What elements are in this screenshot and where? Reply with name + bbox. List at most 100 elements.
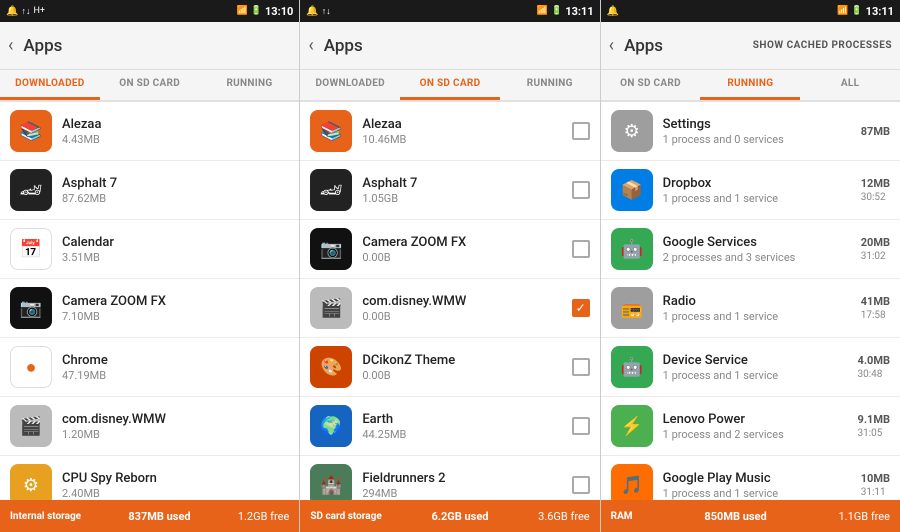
status-bar: 🔔↑↓H+📶🔋13:10 (0, 0, 299, 22)
tab-0[interactable]: ON SD CARD (601, 70, 701, 100)
app-info: Alezaa4.43MB (62, 117, 289, 146)
tab-0[interactable]: DOWNLOADED (0, 70, 100, 100)
app-checkbox[interactable] (572, 240, 590, 258)
app-list: 📚Alezaa4.43MB🏎Asphalt 787.62MB📅Calendar3… (0, 102, 299, 500)
app-size: 1 process and 1 service (663, 310, 861, 323)
app-info: com.disney.WMW0.00B (362, 294, 565, 323)
app-name: com.disney.WMW (62, 412, 289, 427)
app-checkbox[interactable] (572, 181, 590, 199)
app-size: 0.00B (362, 369, 565, 382)
list-item[interactable]: 🏎Asphalt 71.05GB (300, 161, 599, 220)
app-list: 📚Alezaa10.46MB🏎Asphalt 71.05GB 📷 Camera ZO… (300, 102, 599, 500)
calendar-icon: 📅 (10, 228, 52, 270)
storage-free: 1.2GB free (238, 510, 289, 523)
list-item[interactable]: 📦Dropbox1 process and 1 service12MB30:52 (601, 161, 900, 220)
list-item[interactable]: 🏎Asphalt 787.62MB (0, 161, 299, 220)
list-item[interactable]: 📚Alezaa4.43MB (0, 102, 299, 161)
back-button[interactable]: ‹ (8, 35, 17, 56)
app-checkbox[interactable] (572, 417, 590, 435)
app-size: 1.05GB (362, 192, 565, 205)
asphalt-icon: 🏎 (10, 169, 52, 211)
app-size: 10.46MB (362, 133, 565, 146)
action-bar: ‹ Apps (0, 22, 299, 70)
list-item[interactable]: 📅Calendar3.51MB (0, 220, 299, 279)
lenovo-icon: ⚡ (611, 405, 653, 447)
list-item[interactable]: 📻Radio1 process and 1 service41MB17:58 (601, 279, 900, 338)
app-checkbox[interactable] (572, 476, 590, 494)
app-size: 44.25MB (362, 428, 565, 441)
app-size: 1 process and 0 services (663, 133, 861, 146)
list-item[interactable]: 🤖Device Service1 process and 1 service4.… (601, 338, 900, 397)
tab-1[interactable]: ON SD CARD (400, 70, 500, 100)
app-size: 4.43MB (62, 133, 289, 146)
app-info: Earth44.25MB (362, 412, 565, 441)
list-item[interactable]: 📚Alezaa10.46MB (300, 102, 599, 161)
storage-free: 1.1GB free (839, 510, 890, 523)
app-info: Camera ZOOM FX0.00B (362, 235, 565, 264)
back-arrow-icon: ‹ (609, 35, 614, 56)
list-item[interactable]: 📷Camera ZOOM FX7.10MB (0, 279, 299, 338)
app-info: Radio1 process and 1 service (663, 294, 861, 323)
app-info: DCikonZ Theme0.00B (362, 353, 565, 382)
tab-2[interactable]: RUNNING (500, 70, 600, 100)
app-name: DCikonZ Theme (362, 353, 565, 368)
bottom-storage-bar: SD card storage6.2GB used3.6GB free (300, 500, 599, 532)
app-size: 0.00B (362, 251, 565, 264)
earth-icon: 🌍 (310, 405, 352, 447)
fieldrunners-icon: 🏰 (310, 464, 352, 500)
tab-2[interactable]: ALL (800, 70, 900, 100)
asphalt-icon: 🏎 (310, 169, 352, 211)
tab-0[interactable]: DOWNLOADED (300, 70, 400, 100)
app-info: Lenovo Power1 process and 2 services (663, 412, 858, 441)
action-bar-title: Apps (23, 36, 291, 56)
app-name: Chrome (62, 353, 289, 368)
app-name: Lenovo Power (663, 412, 858, 427)
app-mem: 4.0MB30:48 (858, 354, 890, 380)
app-size: 294MB (362, 487, 565, 500)
status-right: 📶🔋13:11 (537, 5, 594, 18)
list-item[interactable]: 🎬com.disney.WMW0.00B✓ (300, 279, 599, 338)
list-item[interactable]: 🎵Google Play Music1 process and 1 servic… (601, 456, 900, 500)
app-name: Settings (663, 117, 861, 132)
app-mem: 41MB17:58 (861, 295, 890, 321)
disney-icon: 🎬 (10, 405, 52, 447)
status-bar: 🔔📶🔋13:11 (601, 0, 900, 22)
list-item[interactable]: 🎨DCikonZ Theme0.00B (300, 338, 599, 397)
tab-1[interactable]: RUNNING (700, 70, 800, 100)
app-name: Radio (663, 294, 861, 309)
tab-2[interactable]: RUNNING (200, 70, 300, 100)
app-checkbox[interactable]: ✓ (572, 299, 590, 317)
show-cached-button[interactable]: SHOW CACHED PROCESSES (753, 40, 892, 51)
camerafx-icon: 📷 (310, 228, 352, 270)
app-info: Google Services2 processes and 3 service… (663, 235, 861, 264)
cpu-icon: ⚙ (10, 464, 52, 500)
list-item[interactable]: 📷 Camera ZOOM FX0.00B (300, 220, 599, 279)
app-size: 1 process and 2 services (663, 428, 858, 441)
list-item[interactable]: 🌍 Earth44.25MB (300, 397, 599, 456)
dropbox-icon: 📦 (611, 169, 653, 211)
tab-1[interactable]: ON SD CARD (100, 70, 200, 100)
app-name: CPU Spy Reborn (62, 471, 289, 486)
app-info: Dropbox1 process and 1 service (663, 176, 861, 205)
app-info: Alezaa10.46MB (362, 117, 565, 146)
action-bar-title: Apps (624, 36, 753, 56)
app-info: CPU Spy Reborn2.40MB (62, 471, 289, 500)
app-size: 1 process and 1 service (663, 369, 858, 382)
app-size: 1 process and 1 service (663, 487, 861, 500)
storage-used: 837MB used (128, 510, 190, 523)
app-checkbox[interactable] (572, 358, 590, 376)
list-item[interactable]: 🎬com.disney.WMW1.20MB (0, 397, 299, 456)
list-item[interactable]: ⚡Lenovo Power1 process and 2 services9.1… (601, 397, 900, 456)
back-button[interactable]: ‹ (308, 35, 317, 56)
list-item[interactable]: ⚙Settings1 process and 0 services87MB (601, 102, 900, 161)
app-checkbox[interactable] (572, 122, 590, 140)
list-item[interactable]: 🏰 Fieldrunners 2294MB (300, 456, 599, 500)
storage-label: Internal storage (10, 511, 81, 522)
app-name: Fieldrunners 2 (362, 471, 565, 486)
list-item[interactable]: ⚙ CPU Spy Reborn2.40MB (0, 456, 299, 500)
back-button[interactable]: ‹ (609, 35, 618, 56)
app-name: Camera ZOOM FX (362, 235, 565, 250)
list-item[interactable]: ●Chrome47.19MB (0, 338, 299, 397)
list-item[interactable]: 🤖Google Services2 processes and 3 servic… (601, 220, 900, 279)
app-size: 3.51MB (62, 251, 289, 264)
